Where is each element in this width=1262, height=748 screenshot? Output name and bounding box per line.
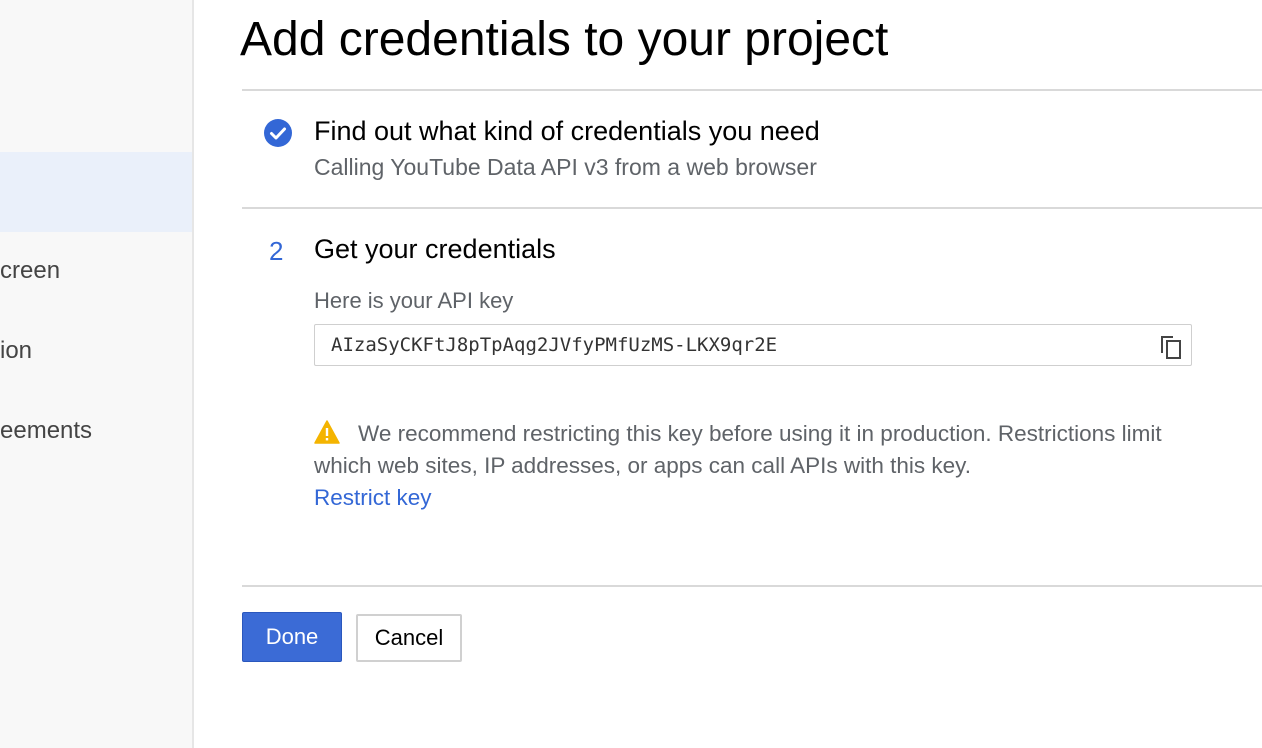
- sidebar: creen ion eements: [0, 0, 194, 748]
- step2-number: 2: [269, 236, 284, 266]
- step1-subtitle: Calling YouTube Data API v3 from a web b…: [314, 154, 817, 180]
- copy-icon[interactable]: [1157, 331, 1185, 361]
- divider: [242, 207, 1262, 209]
- api-key-value[interactable]: AIzaSyCKFtJ8pTpAqg2JVfyPMfUzMS-LKX9qr2E: [331, 334, 777, 356]
- warning-text: We recommend restricting this key before…: [314, 421, 1162, 478]
- divider: [242, 89, 1262, 91]
- sidebar-item-domain-verification[interactable]: ion: [0, 331, 32, 371]
- page-title: Add credentials to your project: [240, 13, 889, 66]
- check-circle-icon: [264, 119, 292, 147]
- step2-title: Get your credentials: [314, 234, 556, 264]
- step1-title: Find out what kind of credentials you ne…: [314, 116, 820, 146]
- divider: [242, 585, 1262, 587]
- api-key-field[interactable]: AIzaSyCKFtJ8pTpAqg2JVfyPMfUzMS-LKX9qr2E: [314, 324, 1192, 366]
- api-key-label: Here is your API key: [314, 288, 514, 313]
- sidebar-item-oauth-consent-screen[interactable]: creen: [0, 251, 60, 291]
- restrict-key-link[interactable]: Restrict key: [314, 482, 432, 514]
- cancel-button[interactable]: Cancel: [356, 614, 462, 662]
- sidebar-item-active[interactable]: [0, 152, 192, 232]
- sidebar-item-page-usage-agreements[interactable]: eements: [0, 411, 92, 451]
- main-content: Add credentials to your project Find out…: [240, 0, 1262, 748]
- done-button[interactable]: Done: [242, 612, 342, 662]
